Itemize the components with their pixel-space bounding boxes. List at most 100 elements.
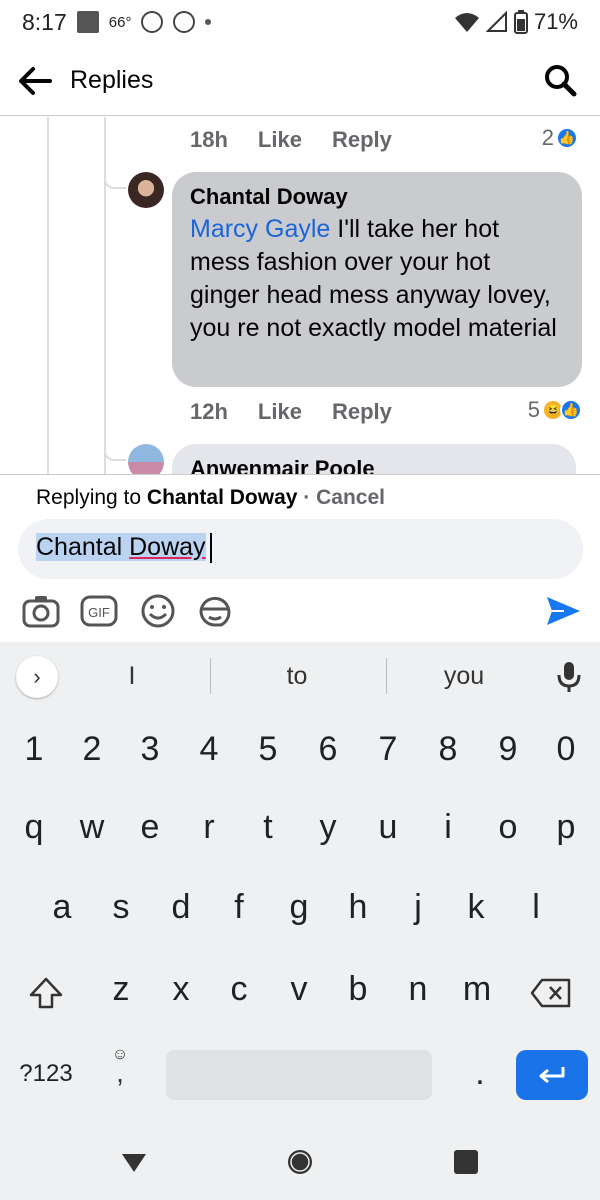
nav-home-icon[interactable]	[286, 1148, 314, 1176]
key-b[interactable]: b	[330, 970, 386, 1009]
key-4[interactable]: 4	[181, 730, 237, 769]
key-x[interactable]: x	[153, 970, 209, 1009]
reaction-count: 5	[527, 397, 540, 422]
battery-icon	[513, 10, 528, 34]
key-s[interactable]: s	[93, 888, 149, 927]
reply-composer: Replying to Chantal Doway · Cancel Chant…	[0, 474, 600, 642]
key-k[interactable]: k	[448, 888, 504, 927]
sticker-icon[interactable]	[196, 592, 234, 630]
key-j[interactable]: j	[390, 888, 446, 927]
cancel-button[interactable]: Cancel	[316, 486, 385, 509]
signal-icon	[485, 11, 507, 32]
nav-recents-icon[interactable]	[454, 1150, 478, 1174]
key-e[interactable]: e	[122, 808, 178, 847]
reply-input[interactable]: Chantal Doway	[18, 519, 583, 579]
comment-time: 18h	[190, 127, 228, 152]
replying-to-name: Chantal Doway	[146, 486, 298, 509]
suggestion-divider	[386, 658, 387, 694]
suggestion-item[interactable]: you	[404, 662, 524, 691]
comma-label: ,	[116, 1057, 124, 1088]
status-time: 8:17	[22, 8, 67, 35]
previous-comment-actions: 18h Like Reply	[190, 127, 392, 153]
comment-author[interactable]: Anwenmair Poole	[190, 456, 558, 474]
comment-bubble[interactable]: Anwenmair Poole	[172, 444, 576, 474]
status-bar: 8:17 66° 71%	[0, 0, 600, 44]
reaction-summary[interactable]: 5 😆 👍	[528, 397, 582, 423]
suggestion-item[interactable]: I	[72, 662, 192, 691]
key-q[interactable]: q	[6, 808, 62, 847]
like-reaction-icon: 👍	[560, 399, 582, 421]
key-t[interactable]: t	[240, 808, 296, 847]
key-r[interactable]: r	[181, 808, 237, 847]
comment-text: Marcy Gayle I'll take her hot mess fashi…	[190, 213, 564, 345]
back-arrow-icon[interactable]	[16, 62, 54, 100]
weather-temperature: 66°	[108, 13, 132, 31]
key-u[interactable]: u	[360, 808, 416, 847]
key-h[interactable]: h	[330, 888, 386, 927]
key-a[interactable]: a	[34, 888, 90, 927]
mention-link[interactable]: Marcy Gayle	[190, 215, 330, 243]
input-text-first: Chantal	[36, 533, 130, 561]
thread-connector	[104, 449, 126, 461]
key-w[interactable]: w	[64, 808, 120, 847]
reply-button[interactable]: Reply	[332, 127, 392, 153]
period-key[interactable]: .	[452, 1054, 508, 1093]
key-i[interactable]: i	[420, 808, 476, 847]
key-z[interactable]: z	[93, 970, 149, 1009]
reaction-summary[interactable]: 2 👍	[542, 125, 578, 151]
key-1[interactable]: 1	[6, 730, 62, 769]
like-button[interactable]: Like	[258, 399, 302, 425]
avatar[interactable]	[128, 172, 164, 208]
shift-icon[interactable]	[28, 976, 64, 1010]
emoji-icon[interactable]	[139, 592, 177, 630]
key-p[interactable]: p	[538, 808, 594, 847]
page-title: Replies	[70, 66, 154, 94]
input-text-second: Doway	[129, 533, 206, 561]
symbols-key[interactable]: ?123	[10, 1060, 82, 1088]
comment-author[interactable]: Chantal Doway	[190, 184, 564, 210]
key-8[interactable]: 8	[420, 730, 476, 769]
camera-icon[interactable]	[22, 592, 60, 630]
avatar[interactable]	[128, 444, 164, 474]
comment-bubble[interactable]: Chantal Doway Marcy Gayle I'll take her …	[172, 172, 582, 387]
replying-to-banner: Replying to Chantal Doway · Cancel	[36, 486, 385, 510]
like-button[interactable]: Like	[258, 127, 302, 153]
key-d[interactable]: d	[153, 888, 209, 927]
thread-connector	[104, 177, 126, 189]
key-3[interactable]: 3	[122, 730, 178, 769]
nav-back-icon[interactable]	[120, 1152, 148, 1174]
microphone-icon[interactable]	[554, 660, 584, 694]
key-v[interactable]: v	[271, 970, 327, 1009]
key-o[interactable]: o	[480, 808, 536, 847]
notification-face-icon	[141, 11, 164, 33]
gif-icon[interactable]: GIF	[80, 592, 118, 630]
more-notifications-dot	[205, 19, 212, 25]
key-n[interactable]: n	[390, 970, 446, 1009]
key-0[interactable]: 0	[538, 730, 594, 769]
suggestion-item[interactable]: to	[237, 662, 357, 691]
emoji-comma-key[interactable]: ☺ ,	[108, 1046, 132, 1088]
comment-actions: 12h Like Reply	[190, 399, 392, 425]
key-m[interactable]: m	[449, 970, 505, 1009]
key-f[interactable]: f	[211, 888, 267, 927]
search-icon[interactable]	[542, 62, 578, 98]
key-2[interactable]: 2	[64, 730, 120, 769]
key-l[interactable]: l	[508, 888, 564, 927]
gif-label: GIF	[88, 605, 110, 620]
key-9[interactable]: 9	[480, 730, 536, 769]
key-c[interactable]: c	[211, 970, 267, 1009]
key-7[interactable]: 7	[360, 730, 416, 769]
space-key[interactable]	[166, 1050, 432, 1100]
send-icon[interactable]	[544, 592, 582, 630]
suggestion-divider	[210, 658, 211, 694]
enter-key[interactable]	[516, 1050, 588, 1100]
key-g[interactable]: g	[271, 888, 327, 927]
key-6[interactable]: 6	[300, 730, 356, 769]
expand-toolbar-button[interactable]: ›	[16, 656, 58, 698]
reply-button[interactable]: Reply	[332, 399, 392, 425]
mention-token[interactable]: Chantal Doway	[36, 533, 206, 561]
key-5[interactable]: 5	[240, 730, 296, 769]
notification-app-icon	[76, 11, 99, 33]
backspace-icon[interactable]	[530, 978, 572, 1008]
key-y[interactable]: y	[300, 808, 356, 847]
